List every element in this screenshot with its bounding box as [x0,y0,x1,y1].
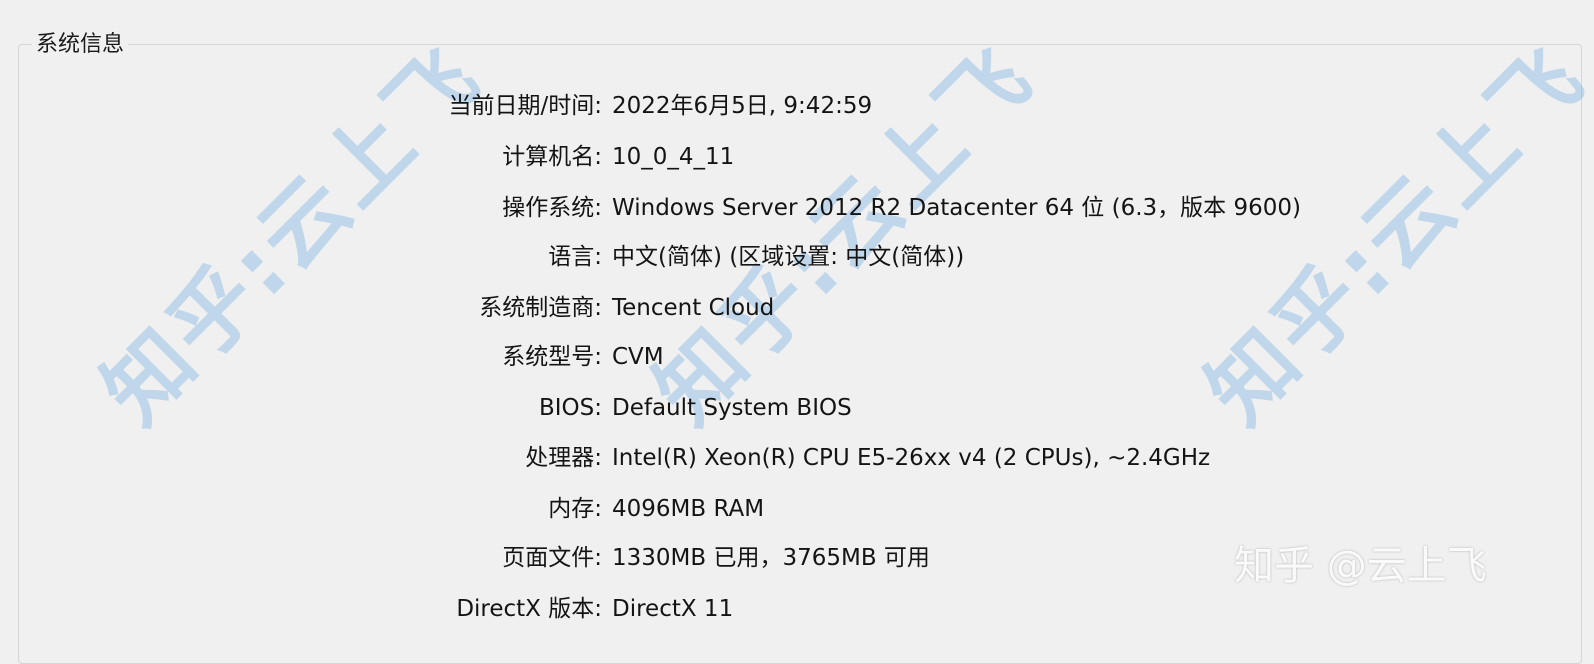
computer-name-label: 计算机名: [502,144,602,170]
os-label: 操作系统: [502,195,602,221]
row-computer-name: 计算机名: 10_0_4_11 [0,137,1594,177]
row-model: 系统型号: CVM [0,337,1594,377]
row-memory: 内存: 4096MB RAM [0,489,1594,529]
row-os: 操作系统: Windows Server 2012 R2 Datacenter … [0,188,1594,228]
os-value: Windows Server 2012 R2 Datacenter 64 位 (… [612,195,1301,221]
datetime-value: 2022年6月5日, 9:42:59 [612,93,873,119]
processor-label: 处理器: [525,445,602,471]
datetime-label: 当前日期/时间: [448,93,603,119]
row-directx: DirectX 版本: DirectX 11 [0,589,1594,629]
bios-value: Default System BIOS [612,395,852,421]
bios-label: BIOS: [538,395,602,421]
computer-name-value: 10_0_4_11 [612,144,735,170]
manufacturer-label: 系统制造商: [479,295,602,321]
manufacturer-value: Tencent Cloud [612,295,775,321]
model-value: CVM [612,344,664,370]
page-file-label: 页面文件: [502,545,602,571]
directx-value: DirectX 11 [612,596,734,622]
language-value: 中文(简体) (区域设置: 中文(简体)) [612,244,965,270]
row-bios: BIOS: Default System BIOS [0,388,1594,428]
memory-value: 4096MB RAM [612,496,765,522]
directx-label: DirectX 版本: [456,596,602,622]
memory-label: 内存: [548,496,602,522]
row-processor: 处理器: Intel(R) Xeon(R) CPU E5-26xx v4 (2 … [0,438,1594,478]
zhihu-brand-watermark: 知乎 @云上飞 [1234,543,1487,589]
group-title: 系统信息 [32,30,129,60]
language-label: 语言: [548,244,602,270]
row-manufacturer: 系统制造商: Tencent Cloud [0,288,1594,328]
model-label: 系统型号: [502,344,602,370]
page-file-value: 1330MB 已用，3765MB 可用 [612,545,930,571]
row-datetime: 当前日期/时间: 2022年6月5日, 9:42:59 [0,86,1594,126]
processor-value: Intel(R) Xeon(R) CPU E5-26xx v4 (2 CPUs)… [612,445,1211,471]
row-language: 语言: 中文(简体) (区域设置: 中文(简体)) [0,237,1594,277]
